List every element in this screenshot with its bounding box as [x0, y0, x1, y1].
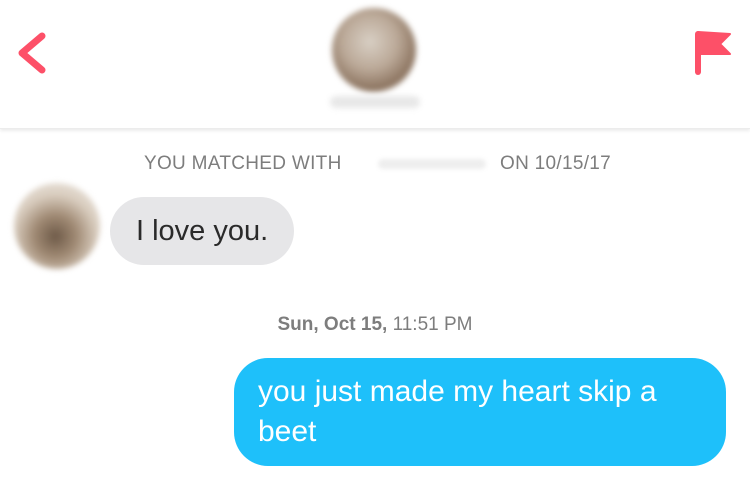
back-button[interactable]: [10, 28, 54, 78]
flag-icon: [695, 31, 731, 75]
report-button[interactable]: [690, 26, 736, 76]
sent-message-bubble: you just made my heart skip a beet: [234, 358, 726, 466]
match-info: YOU MATCHED WITH ON 10/15/17: [0, 153, 750, 177]
match-name-redacted: [330, 96, 420, 108]
match-name-redacted-inline: [378, 159, 486, 169]
message-timestamp: Sun, Oct 15, 11:51 PM: [0, 314, 750, 336]
sender-avatar[interactable]: [14, 183, 100, 269]
match-info-prefix: YOU MATCHED WITH: [144, 153, 342, 174]
chat-header: [0, 0, 750, 129]
timestamp-time: 11:51 PM: [392, 314, 473, 335]
chevron-left-icon: [18, 32, 46, 74]
match-info-date: ON 10/15/17: [500, 153, 612, 174]
timestamp-day: Sun, Oct 15,: [277, 314, 388, 335]
match-avatar[interactable]: [332, 8, 416, 92]
received-message-bubble: I love you.: [110, 197, 295, 265]
